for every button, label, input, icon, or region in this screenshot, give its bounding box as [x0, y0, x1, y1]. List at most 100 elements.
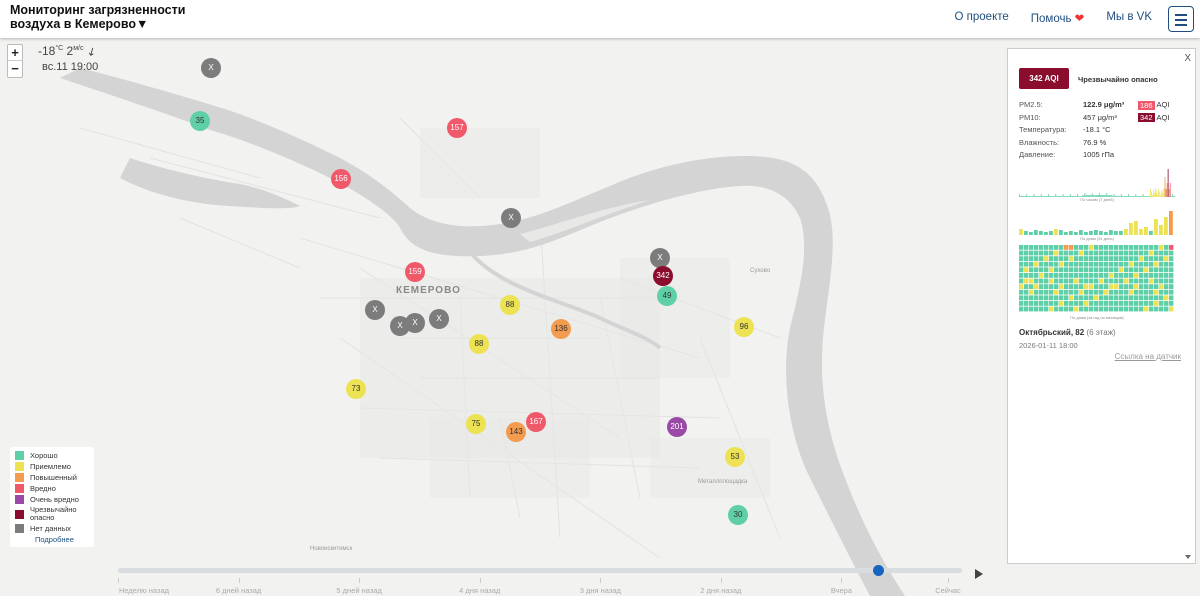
heatmap-cell — [1119, 289, 1124, 295]
close-icon[interactable]: X — [1184, 53, 1191, 64]
daily-bar — [1149, 231, 1153, 235]
zoom-in-button[interactable]: + — [8, 45, 22, 61]
hourly-bar — [1153, 190, 1154, 197]
sensor-marker[interactable]: 75 — [466, 414, 486, 434]
heatmap-cell — [1124, 273, 1129, 278]
pressure-row: Давление: 1005 гПа — [1019, 149, 1189, 162]
heatmap-cell — [1134, 306, 1139, 312]
sensor-marker[interactable]: X — [501, 208, 521, 228]
heatmap-cell — [1024, 267, 1029, 273]
heatmap-cell — [1129, 284, 1134, 289]
heatmap-cell — [1039, 261, 1044, 267]
sensor-marker[interactable]: 73 — [346, 379, 366, 399]
heatmap-cell — [1049, 278, 1054, 284]
heatmap-cell — [1159, 245, 1164, 250]
heatmap-cell — [1079, 245, 1084, 250]
heatmap-cell — [1154, 261, 1159, 267]
heatmap-cell — [1064, 289, 1069, 295]
sensor-marker[interactable]: 88 — [469, 334, 489, 354]
heatmap-cell — [1114, 267, 1119, 273]
heatmap-cell — [1114, 295, 1119, 301]
sensor-marker[interactable]: 201 — [667, 417, 687, 437]
sensor-marker[interactable]: 143 — [506, 422, 526, 442]
heatmap-cell — [1019, 284, 1024, 289]
heatmap-cell — [1044, 267, 1049, 273]
legend-more-link[interactable]: Подробнее — [35, 535, 90, 544]
heatmap-cell — [1074, 245, 1079, 250]
heatmap-cell — [1154, 289, 1159, 295]
sensor-marker[interactable]: 159 — [405, 262, 425, 282]
sensor-marker[interactable]: X — [365, 300, 385, 320]
heatmap-cell — [1024, 256, 1029, 261]
heatmap-cell — [1054, 261, 1059, 267]
hourly-bar — [1169, 183, 1171, 197]
nav-help-link[interactable]: Помочь ❤ — [1031, 11, 1085, 25]
site-title[interactable]: Мониторинг загрязненности воздуха в Кеме… — [10, 3, 210, 31]
heatmap-cell — [1094, 284, 1099, 289]
heatmap-cell — [1054, 273, 1059, 278]
heatmap-cell — [1094, 289, 1099, 295]
daily-bar — [1069, 231, 1073, 235]
timeline-slider[interactable] — [118, 565, 962, 576]
hamburger-menu-button[interactable] — [1168, 6, 1194, 32]
daily-chart-caption: По дням (31 день) — [1080, 236, 1114, 241]
timeline-tick — [479, 578, 481, 583]
sensor-marker[interactable]: X — [650, 248, 670, 268]
heatmap-cell — [1019, 267, 1024, 273]
zoom-out-button[interactable]: − — [8, 61, 22, 77]
sensor-marker[interactable]: 49 — [657, 286, 677, 306]
daily-bar — [1134, 221, 1138, 235]
sensor-marker[interactable]: 342 — [653, 266, 673, 286]
heatmap-cell — [1119, 245, 1124, 250]
hourly-bar — [1161, 190, 1163, 197]
heatmap-cell — [1114, 284, 1119, 289]
scroll-down-icon[interactable] — [1185, 555, 1191, 559]
sensor-marker[interactable]: 156 — [331, 169, 351, 189]
heatmap-cell — [1144, 295, 1149, 301]
heatmap-cell — [1064, 261, 1069, 267]
sensor-marker[interactable]: 96 — [734, 317, 754, 337]
sensor-link[interactable]: Ссылка на датчик — [1115, 352, 1181, 361]
heatmap-cell — [1019, 245, 1024, 250]
heatmap-cell — [1019, 295, 1024, 301]
river-bay — [120, 158, 300, 209]
sensor-marker[interactable]: X — [201, 58, 221, 78]
district-label: Новоискитимск — [310, 546, 353, 552]
timeline-handle[interactable] — [872, 565, 884, 576]
heatmap-cell — [1064, 301, 1069, 306]
heatmap-cell — [1144, 289, 1149, 295]
sensor-marker[interactable]: 167 — [526, 412, 546, 432]
sensor-marker[interactable]: X — [429, 309, 449, 329]
nav-vk-link[interactable]: Мы в VK — [1106, 11, 1152, 25]
heatmap-cell — [1124, 256, 1129, 261]
heatmap-cell — [1104, 284, 1109, 289]
sensor-marker[interactable]: X — [405, 313, 425, 333]
sensor-marker[interactable]: 136 — [551, 319, 571, 339]
sensor-timestamp: 2026-01-11 18:00 — [1019, 341, 1078, 350]
sensor-marker[interactable]: 53 — [725, 447, 745, 467]
heatmap-cell — [1064, 278, 1069, 284]
heatmap-cell — [1029, 250, 1034, 256]
heatmap-cell — [1114, 250, 1119, 256]
heatmap-cell — [1079, 256, 1084, 261]
nav-about-link[interactable]: О проекте — [955, 11, 1009, 25]
heatmap-cell — [1169, 278, 1174, 284]
heatmap-cell — [1124, 306, 1129, 312]
play-icon[interactable] — [975, 569, 983, 579]
daily-bar — [1074, 232, 1078, 235]
heatmap-cell — [1039, 306, 1044, 312]
sensor-marker[interactable]: 88 — [500, 295, 520, 315]
heatmap-cell — [1164, 250, 1169, 256]
heatmap-cell — [1059, 267, 1064, 273]
sensor-marker[interactable]: 35 — [190, 111, 210, 131]
heatmap-cell — [1164, 273, 1169, 278]
sensor-marker[interactable]: 157 — [447, 118, 467, 138]
heatmap-cell — [1044, 278, 1049, 284]
sensor-marker[interactable]: 30 — [728, 505, 748, 525]
nav-help-label: Помочь — [1030, 13, 1072, 25]
legend-item: Повышенный — [15, 473, 90, 482]
heatmap-cell — [1059, 278, 1064, 284]
heatmap-cell — [1129, 250, 1134, 256]
heatmap-cell — [1074, 278, 1079, 284]
timeline-tick — [238, 578, 240, 583]
